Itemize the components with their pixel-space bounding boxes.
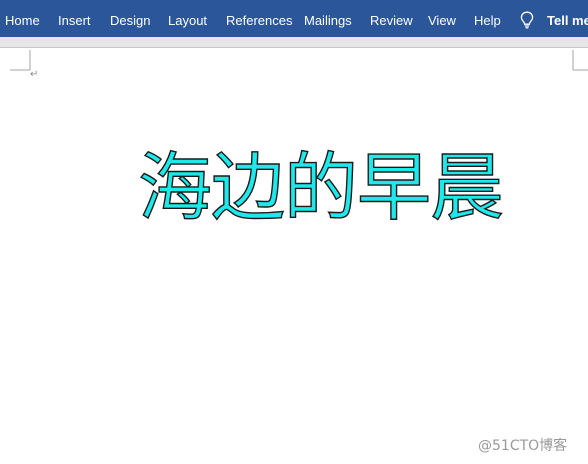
tab-view[interactable]: View [428,0,456,37]
tab-review[interactable]: Review [370,0,413,37]
document-page[interactable] [0,48,588,464]
watermark-text: @51CTO博客 [478,438,568,454]
margin-corner-top-right-icon [572,50,588,71]
wordart-outline-text[interactable]: 海边的早晨 [137,143,504,233]
tab-help[interactable]: Help [474,0,501,37]
tab-design[interactable]: Design [110,0,150,37]
tell-me-search[interactable]: Tell me [547,0,588,37]
margin-corner-top-left-icon [10,50,31,71]
tab-layout[interactable]: Layout [168,0,207,37]
lightbulb-icon[interactable] [519,11,535,29]
tab-references[interactable]: References [226,0,292,37]
ribbon-tab-bar: Home Insert Design Layout References Mai… [0,0,588,37]
ruler-strip [0,37,588,48]
tab-mailings[interactable]: Mailings [304,0,352,37]
tab-home[interactable]: Home [5,0,40,37]
tab-insert[interactable]: Insert [58,0,91,37]
paragraph-mark: ↵ [30,69,39,80]
